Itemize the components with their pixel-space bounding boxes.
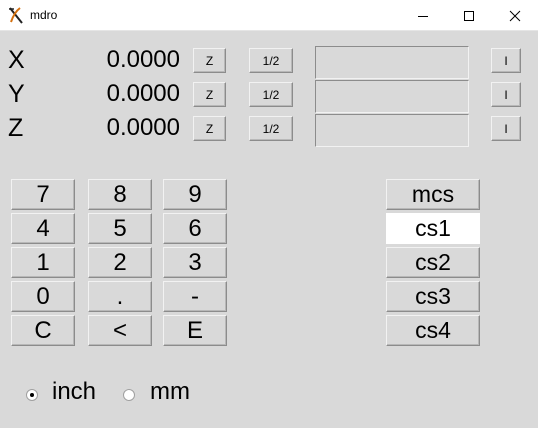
info-z-button[interactable]: I [491,116,521,141]
cs-mcs-button[interactable]: mcs [386,179,480,210]
cs-cs4-button[interactable]: cs4 [386,315,480,346]
key-2-button[interactable]: 2 [88,247,152,278]
cs-cs2-button[interactable]: cs2 [386,247,480,278]
entry-z-field[interactable] [315,114,469,147]
key-6-button[interactable]: 6 [163,213,227,244]
key-8-button[interactable]: 8 [88,179,152,210]
key-9-button[interactable]: 9 [163,179,227,210]
key-minus-button[interactable]: - [163,281,227,312]
key-enter-button[interactable]: E [163,315,227,346]
entry-y-field[interactable] [315,80,469,113]
minimize-button[interactable] [400,0,446,31]
entry-x-field[interactable] [315,46,469,79]
half-z-button[interactable]: 1/2 [249,116,293,141]
close-button[interactable] [492,0,538,31]
key-7-button[interactable]: 7 [11,179,75,210]
axis-label-x: X [8,46,25,74]
axis-label-z: Z [8,114,24,142]
key-4-button[interactable]: 4 [11,213,75,244]
zero-x-button[interactable]: Z [193,48,226,73]
tk-feather-icon [9,7,23,24]
axis-value-y: 0.0000 [106,80,180,107]
mm-radio-label[interactable]: mm [150,377,190,407]
inch-radio-label[interactable]: inch [52,377,96,407]
info-x-button[interactable]: I [491,48,521,73]
half-y-button[interactable]: 1/2 [249,82,293,107]
zero-y-button[interactable]: Z [193,82,226,107]
axis-label-y: Y [8,80,25,108]
key-3-button[interactable]: 3 [163,247,227,278]
key-backspace-button[interactable]: < [88,315,152,346]
title-bar: mdro [0,0,538,31]
cs-cs1-button[interactable]: cs1 [386,213,480,244]
key-1-button[interactable]: 1 [11,247,75,278]
minimize-icon [418,15,428,17]
key-0-button[interactable]: 0 [11,281,75,312]
close-icon [509,10,521,21]
axis-value-z: 0.0000 [106,114,180,141]
info-y-button[interactable]: I [491,82,521,107]
maximize-icon [464,10,474,21]
key-5-button[interactable]: 5 [88,213,152,244]
key-decimal-button[interactable]: . [88,281,152,312]
cs-cs3-button[interactable]: cs3 [386,281,480,312]
inch-radio[interactable] [26,389,38,401]
half-x-button[interactable]: 1/2 [249,48,293,73]
mm-radio[interactable] [123,389,135,401]
axis-value-x: 0.0000 [106,46,180,73]
zero-z-button[interactable]: Z [193,116,226,141]
window-title: mdro [30,8,58,22]
maximize-button[interactable] [446,0,492,31]
key-clear-button[interactable]: C [11,315,75,346]
